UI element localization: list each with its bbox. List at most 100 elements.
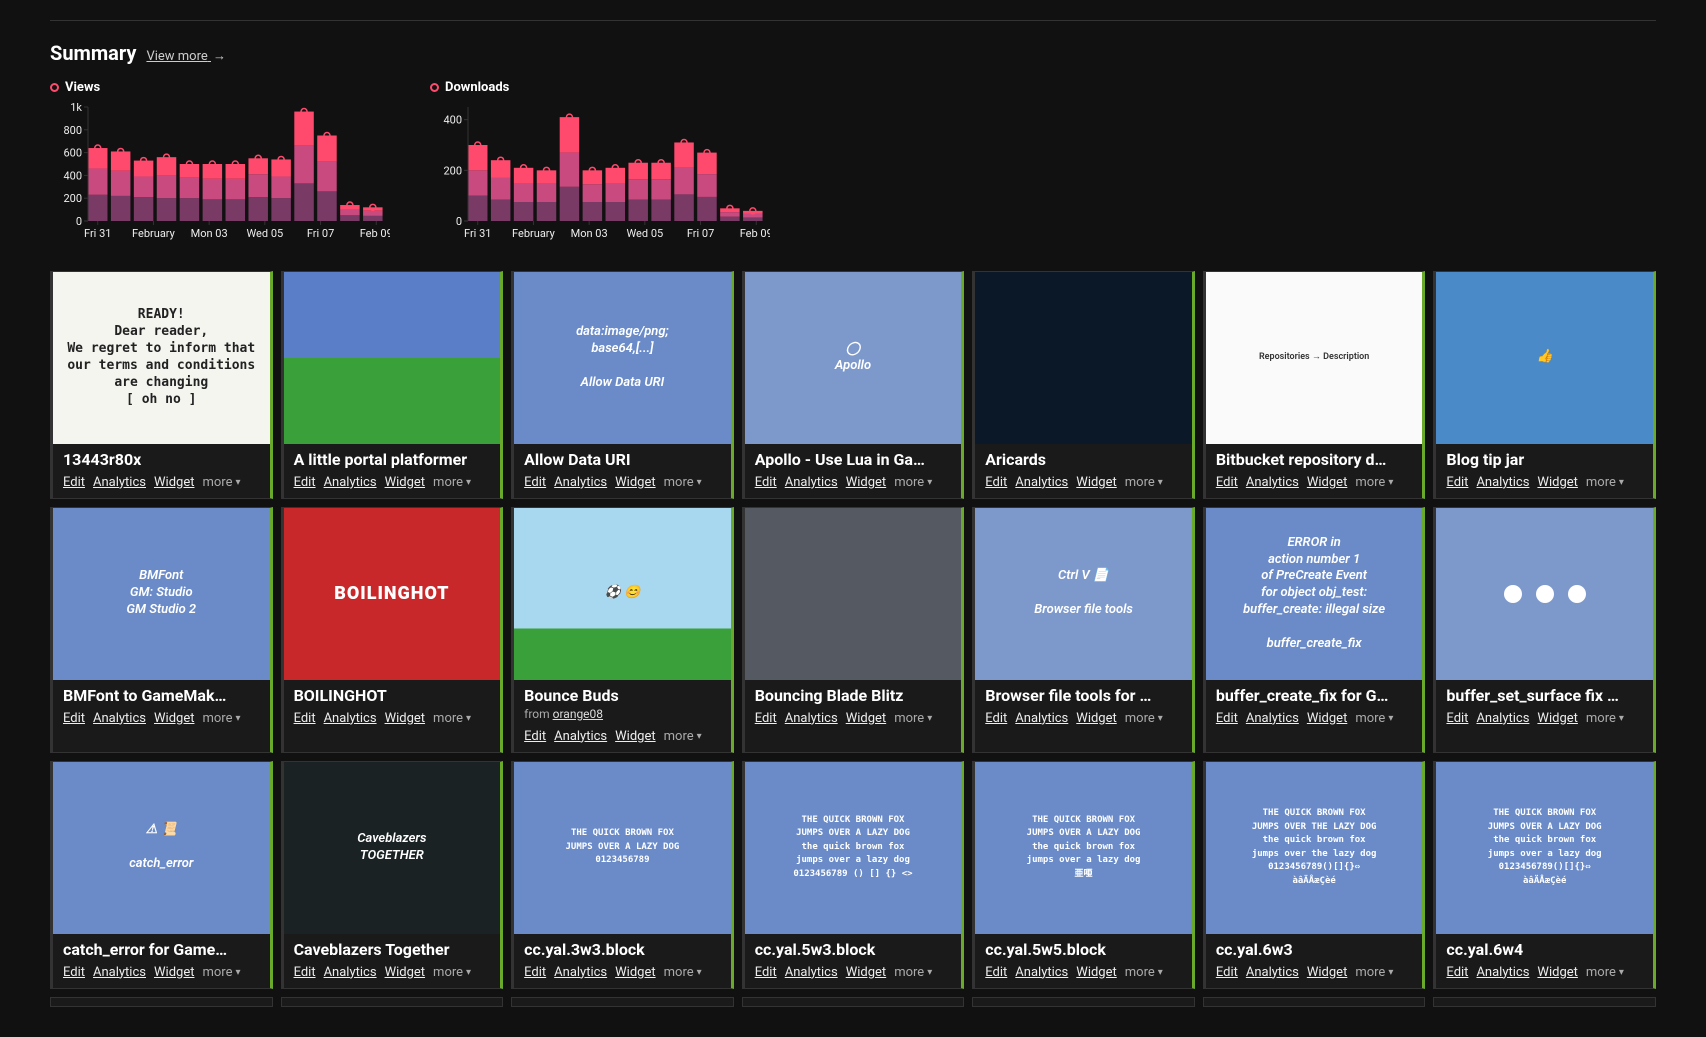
more-button[interactable]: more ▾ (664, 475, 702, 490)
widget-link[interactable]: Widget (1537, 965, 1577, 980)
project-thumbnail[interactable]: THE QUICK BROWN FOX JUMPS OVER A LAZY DO… (1436, 762, 1653, 934)
edit-link[interactable]: Edit (63, 711, 85, 726)
more-button[interactable]: more ▾ (894, 711, 932, 726)
widget-link[interactable]: Widget (615, 729, 655, 744)
project-title[interactable]: A little portal platformer (284, 444, 501, 471)
analytics-link[interactable]: Analytics (1015, 475, 1068, 490)
more-button[interactable]: more ▾ (202, 711, 240, 726)
edit-link[interactable]: Edit (524, 729, 546, 744)
more-button[interactable]: more ▾ (1355, 965, 1393, 980)
widget-link[interactable]: Widget (1076, 475, 1116, 490)
widget-link[interactable]: Widget (154, 965, 194, 980)
analytics-link[interactable]: Analytics (1015, 711, 1068, 726)
project-thumbnail[interactable]: THE QUICK BROWN FOX JUMPS OVER A LAZY DO… (975, 762, 1192, 934)
project-thumbnail[interactable] (745, 508, 962, 680)
project-thumbnail[interactable]: Ctrl V 📄 Browser file tools (975, 508, 1192, 680)
widget-link[interactable]: Widget (1537, 475, 1577, 490)
analytics-link[interactable]: Analytics (1246, 475, 1299, 490)
edit-link[interactable]: Edit (1216, 475, 1238, 490)
edit-link[interactable]: Edit (294, 475, 316, 490)
widget-link[interactable]: Widget (615, 475, 655, 490)
project-thumbnail[interactable]: THE QUICK BROWN FOX JUMPS OVER A LAZY DO… (514, 762, 731, 934)
more-button[interactable]: more ▾ (1125, 965, 1163, 980)
analytics-link[interactable]: Analytics (1476, 711, 1529, 726)
analytics-link[interactable]: Analytics (785, 965, 838, 980)
widget-link[interactable]: Widget (615, 965, 655, 980)
analytics-link[interactable]: Analytics (785, 475, 838, 490)
project-thumbnail[interactable]: ⚽ 😊 (514, 508, 731, 680)
analytics-link[interactable]: Analytics (554, 965, 607, 980)
analytics-link[interactable]: Analytics (93, 965, 146, 980)
project-title[interactable]: 13443r80x (53, 444, 270, 471)
edit-link[interactable]: Edit (755, 711, 777, 726)
project-thumbnail[interactable]: ⚠ 📜 catch_error (53, 762, 270, 934)
project-title[interactable]: Allow Data URI (514, 444, 731, 471)
widget-link[interactable]: Widget (385, 965, 425, 980)
project-title[interactable]: Bounce Buds (514, 680, 731, 707)
widget-link[interactable]: Widget (846, 475, 886, 490)
edit-link[interactable]: Edit (1446, 475, 1468, 490)
analytics-link[interactable]: Analytics (324, 711, 377, 726)
author-link[interactable]: orange08 (553, 707, 603, 721)
project-thumbnail[interactable]: BOILINGHOT (284, 508, 501, 680)
more-button[interactable]: more ▾ (664, 965, 702, 980)
edit-link[interactable]: Edit (985, 475, 1007, 490)
more-button[interactable]: more ▾ (433, 965, 471, 980)
edit-link[interactable]: Edit (63, 965, 85, 980)
more-button[interactable]: more ▾ (1586, 965, 1624, 980)
more-button[interactable]: more ▾ (433, 475, 471, 490)
widget-link[interactable]: Widget (1307, 475, 1347, 490)
edit-link[interactable]: Edit (985, 965, 1007, 980)
analytics-link[interactable]: Analytics (1476, 475, 1529, 490)
more-button[interactable]: more ▾ (894, 965, 932, 980)
analytics-link[interactable]: Analytics (554, 475, 607, 490)
project-title[interactable]: cc.yal.5w3.block (745, 934, 962, 961)
edit-link[interactable]: Edit (755, 965, 777, 980)
more-button[interactable]: more ▾ (1586, 711, 1624, 726)
edit-link[interactable]: Edit (294, 711, 316, 726)
more-button[interactable]: more ▾ (664, 729, 702, 744)
analytics-link[interactable]: Analytics (1476, 965, 1529, 980)
edit-link[interactable]: Edit (1446, 711, 1468, 726)
analytics-link[interactable]: Analytics (785, 711, 838, 726)
analytics-link[interactable]: Analytics (324, 475, 377, 490)
edit-link[interactable]: Edit (524, 965, 546, 980)
project-thumbnail[interactable]: THE QUICK BROWN FOX JUMPS OVER A LAZY DO… (745, 762, 962, 934)
project-thumbnail[interactable]: BMFont GM: Studio GM Studio 2 (53, 508, 270, 680)
project-title[interactable]: buffer_create_fix for G… (1206, 680, 1423, 707)
widget-link[interactable]: Widget (385, 475, 425, 490)
project-title[interactable]: Blog tip jar (1436, 444, 1653, 471)
project-thumbnail[interactable] (975, 272, 1192, 444)
edit-link[interactable]: Edit (63, 475, 85, 490)
analytics-link[interactable]: Analytics (1015, 965, 1068, 980)
project-title[interactable]: BOILINGHOT (284, 680, 501, 707)
project-thumbnail[interactable] (1436, 508, 1653, 680)
project-title[interactable]: Bitbucket repository d… (1206, 444, 1423, 471)
analytics-link[interactable]: Analytics (93, 711, 146, 726)
project-thumbnail[interactable]: THE QUICK BROWN FOX JUMPS OVER THE LAZY … (1206, 762, 1423, 934)
project-thumbnail[interactable]: Caveblazers TOGETHER (284, 762, 501, 934)
widget-link[interactable]: Widget (154, 711, 194, 726)
more-button[interactable]: more ▾ (1586, 475, 1624, 490)
more-button[interactable]: more ▾ (1355, 711, 1393, 726)
widget-link[interactable]: Widget (1537, 711, 1577, 726)
project-title[interactable]: cc.yal.6w3 (1206, 934, 1423, 961)
project-title[interactable]: catch_error for Game… (53, 934, 270, 961)
edit-link[interactable]: Edit (1216, 965, 1238, 980)
analytics-link[interactable]: Analytics (324, 965, 377, 980)
edit-link[interactable]: Edit (755, 475, 777, 490)
project-title[interactable]: buffer_set_surface fix … (1436, 680, 1653, 707)
project-title[interactable]: cc.yal.5w5.block (975, 934, 1192, 961)
edit-link[interactable]: Edit (524, 475, 546, 490)
analytics-link[interactable]: Analytics (1246, 965, 1299, 980)
widget-link[interactable]: Widget (154, 475, 194, 490)
edit-link[interactable]: Edit (1216, 711, 1238, 726)
project-title[interactable]: Bouncing Blade Blitz (745, 680, 962, 707)
edit-link[interactable]: Edit (1446, 965, 1468, 980)
widget-link[interactable]: Widget (1307, 711, 1347, 726)
widget-link[interactable]: Widget (1307, 965, 1347, 980)
project-thumbnail[interactable] (284, 272, 501, 444)
analytics-link[interactable]: Analytics (1246, 711, 1299, 726)
project-thumbnail[interactable]: ERROR in action number 1 of PreCreate Ev… (1206, 508, 1423, 680)
project-thumbnail[interactable]: ◯ Apollo (745, 272, 962, 444)
